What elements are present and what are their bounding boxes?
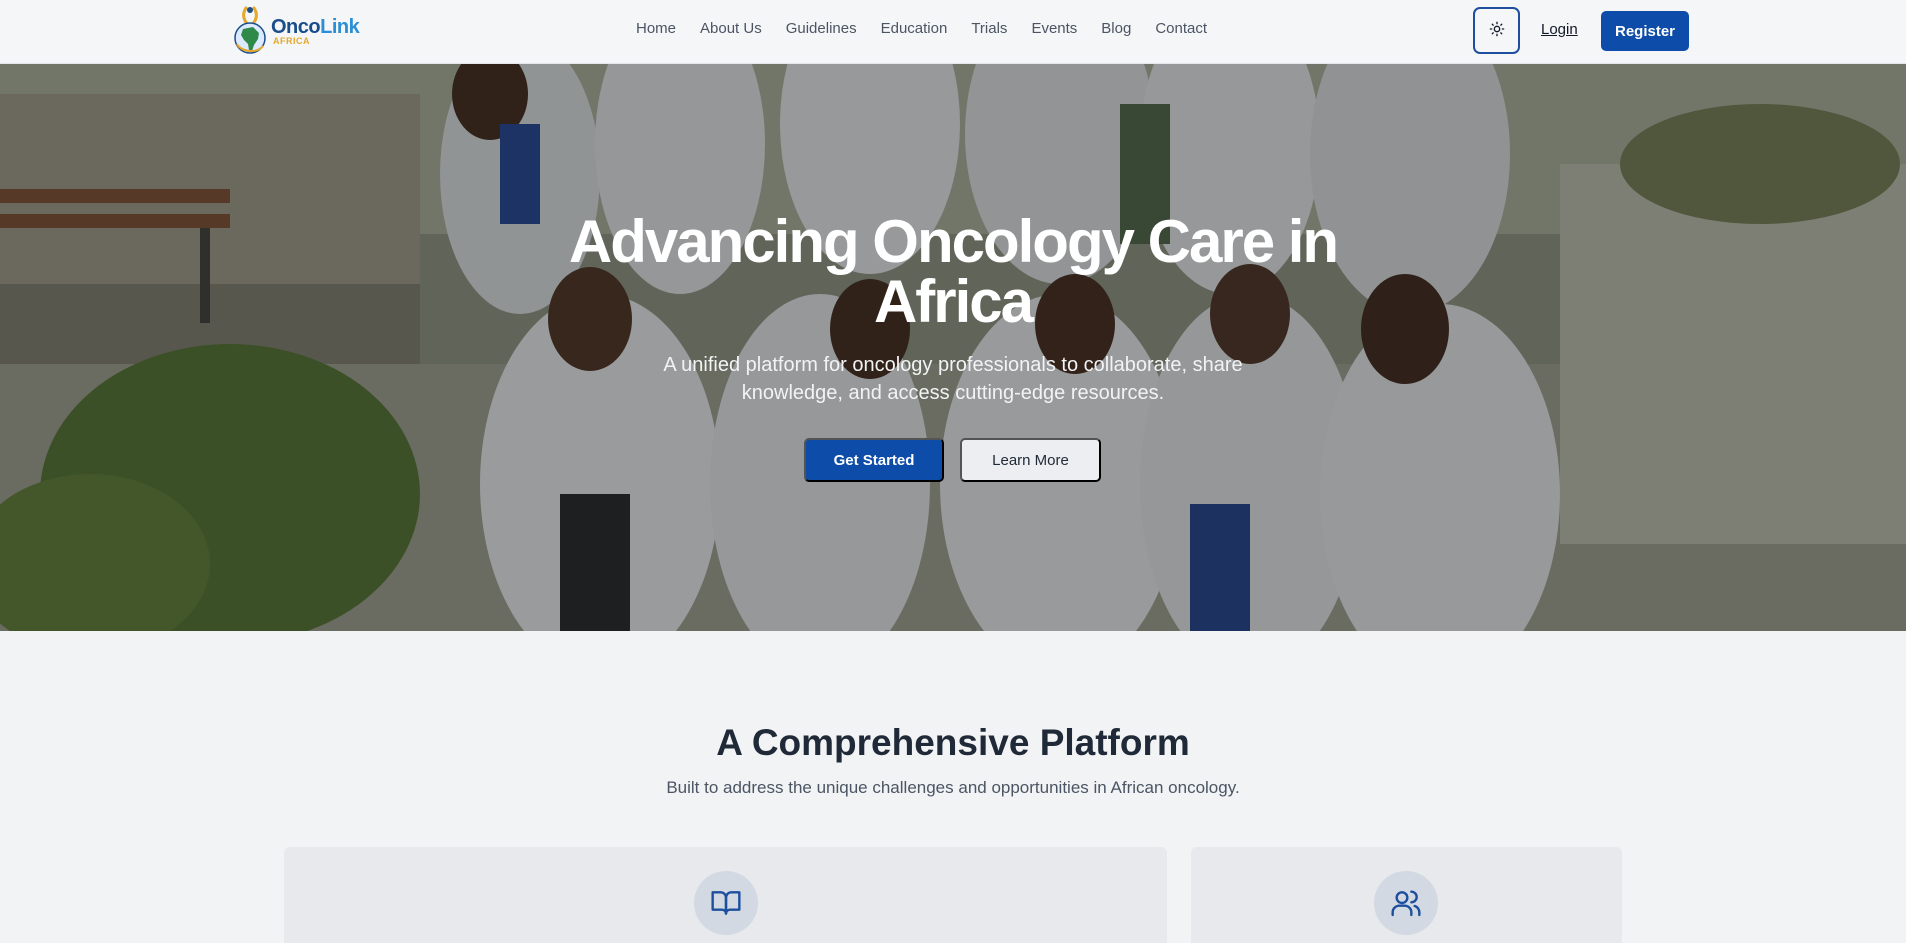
nav-events[interactable]: Events: [1031, 20, 1077, 37]
platform-subtitle: Built to address the unique challenges a…: [666, 778, 1240, 797]
nav-guidelines[interactable]: Guidelines: [786, 20, 857, 37]
login-link[interactable]: Login: [1541, 21, 1578, 38]
logo-wordmark: OncoLink AFRICA: [271, 15, 360, 46]
learn-more-button[interactable]: Learn More: [960, 438, 1101, 482]
site-header: OncoLink AFRICA Home About Us Guidelines…: [0, 0, 1906, 64]
feature-card-community[interactable]: [1191, 847, 1622, 943]
platform-title: A Comprehensive Platform: [716, 722, 1190, 763]
book-open-icon: [694, 871, 758, 935]
logo-subtitle: AFRICA: [273, 35, 310, 46]
hero-subtitle: A unified platform for oncology professi…: [0, 351, 1906, 407]
nav-home[interactable]: Home: [636, 20, 676, 37]
hero-title: Advancing Oncology Care in Africa: [0, 212, 1906, 332]
oncolink-logo[interactable]: OncoLink AFRICA: [231, 2, 360, 60]
hero-subtitle-line2: knowledge, and access cutting-edge resou…: [741, 382, 1165, 404]
hero-title-line2: Africa: [873, 268, 1034, 335]
register-button[interactable]: Register: [1601, 11, 1689, 51]
nav-blog[interactable]: Blog: [1101, 20, 1131, 37]
main-nav: Home About Us Guidelines Education Trial…: [636, 20, 1231, 37]
nav-contact[interactable]: Contact: [1155, 20, 1207, 37]
nav-about-us[interactable]: About Us: [700, 20, 762, 37]
theme-toggle-button[interactable]: [1473, 7, 1520, 54]
sun-icon: [1489, 21, 1505, 40]
hero-section: Advancing Oncology Care in Africa A unif…: [0, 64, 1906, 631]
feature-card-resources[interactable]: [284, 847, 1167, 943]
hero-title-line1: Advancing Oncology Care in: [568, 208, 1339, 275]
africa-map-icon: [231, 4, 269, 58]
logo-word-link: Link: [320, 15, 360, 38]
users-icon: [1374, 871, 1438, 935]
hero-overlay: [0, 64, 1906, 631]
logo-word-onco: Onco: [271, 15, 321, 38]
get-started-button[interactable]: Get Started: [804, 438, 944, 482]
nav-trials[interactable]: Trials: [971, 20, 1007, 37]
hero-subtitle-line1: A unified platform for oncology professi…: [663, 354, 1243, 376]
nav-education[interactable]: Education: [881, 20, 948, 37]
